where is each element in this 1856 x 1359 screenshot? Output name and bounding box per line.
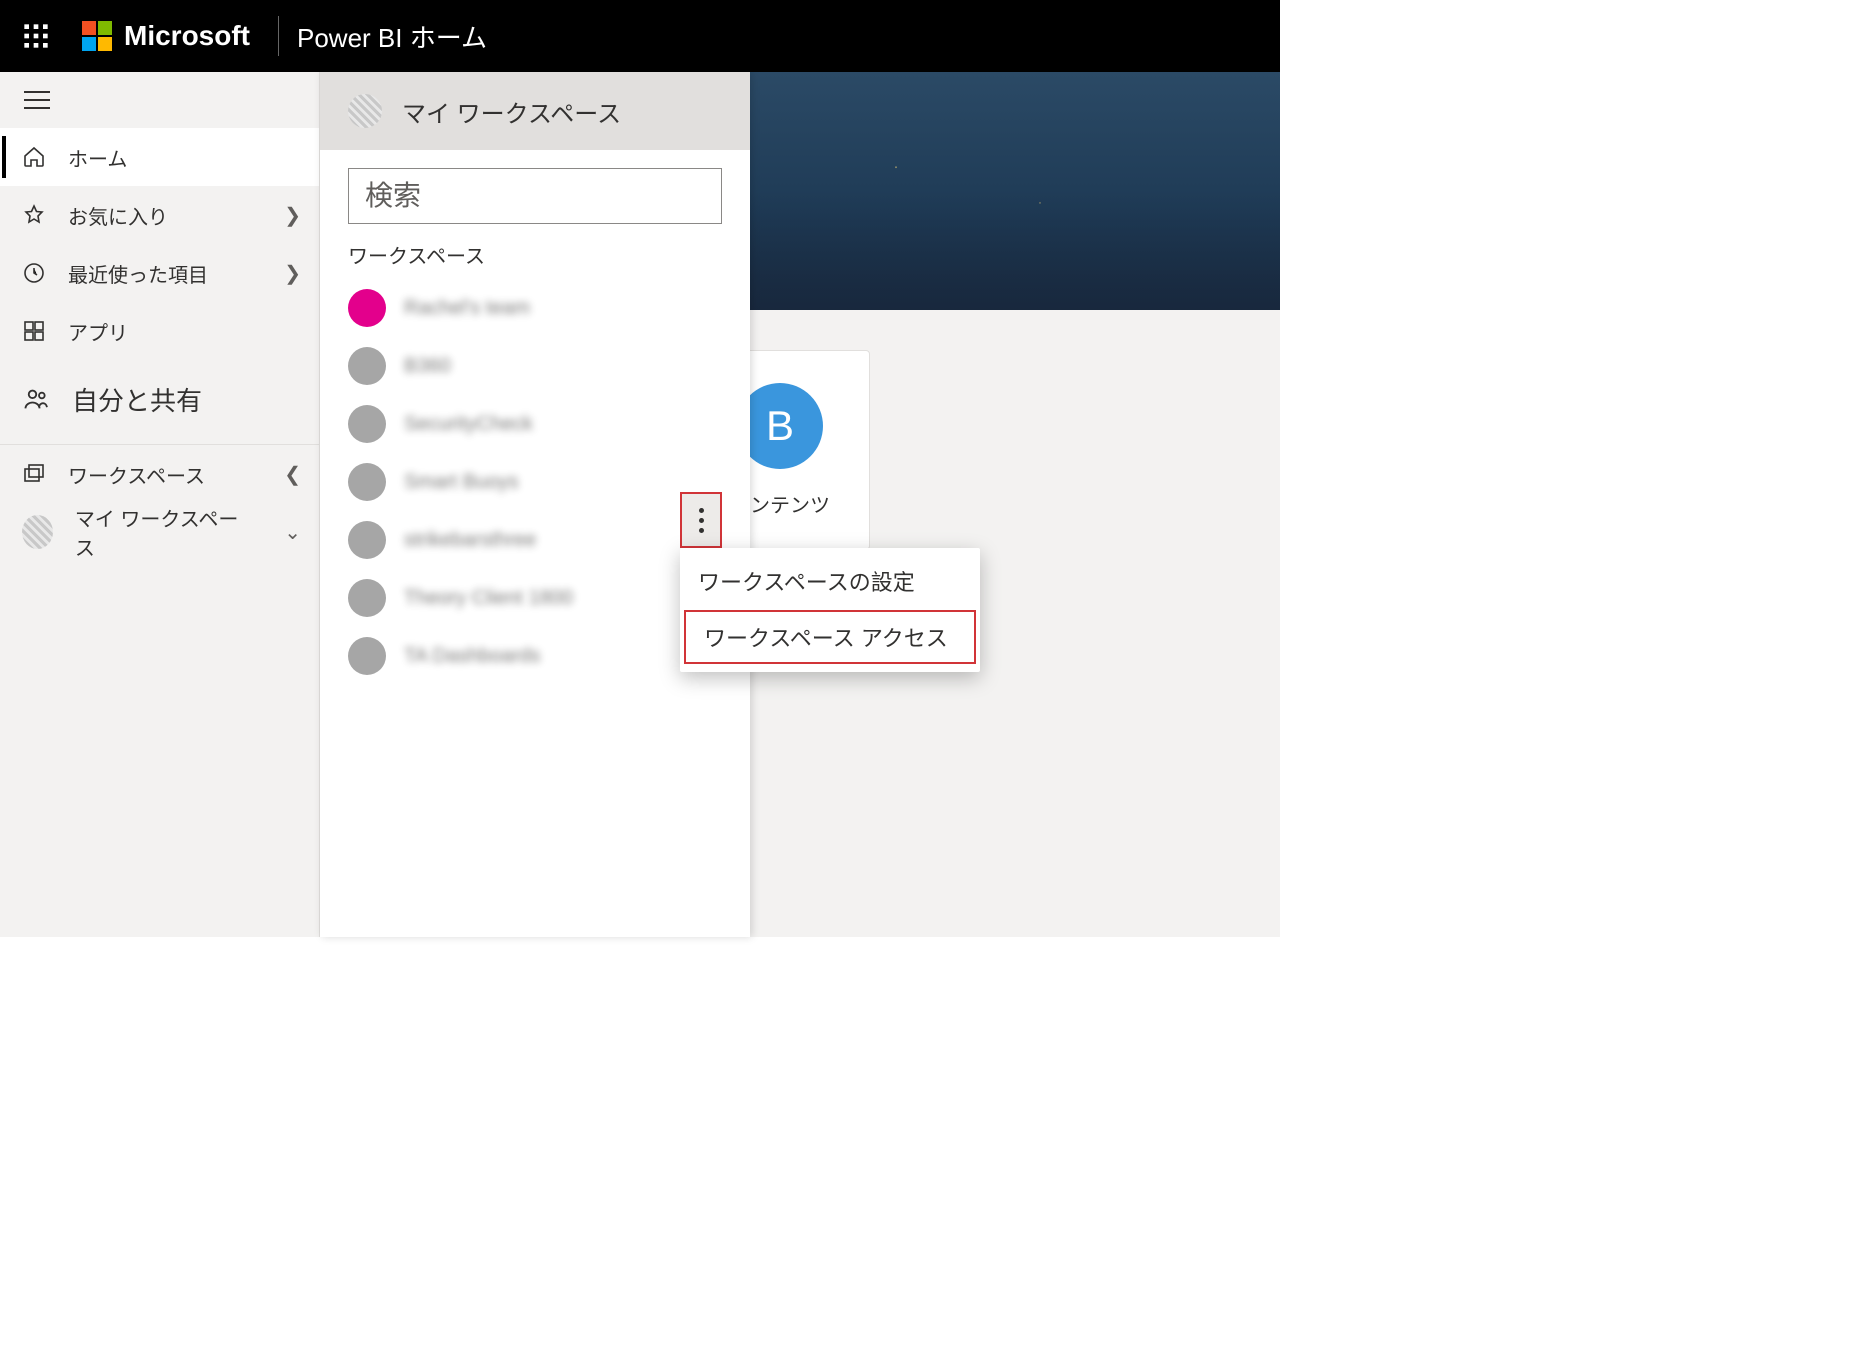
nav-recent-label: 最近使った項目 <box>68 259 208 288</box>
workspace-name: B360 <box>404 355 451 378</box>
workspace-name: Smart Buoys <box>404 471 518 494</box>
workspace-name: SecurityCheck <box>404 413 533 436</box>
workspace-icon <box>348 521 386 559</box>
workspace-icon <box>348 347 386 385</box>
nav-my-workspace[interactable]: マイ ワークスペース ⌄ <box>0 503 319 561</box>
workspace-item[interactable]: Rachel's team <box>348 279 742 337</box>
brand-text: Microsoft <box>124 20 250 52</box>
workspace-flyout-header[interactable]: マイ ワークスペース <box>320 72 750 150</box>
workspace-icon <box>348 289 386 327</box>
left-nav: ホーム お気に入り ❯ 最近使った項目 ❯ アプリ 自分と共有 ワークスペース <box>0 72 320 937</box>
star-icon <box>22 203 46 227</box>
waffle-icon <box>22 22 50 50</box>
workspace-more-button[interactable] <box>680 492 722 548</box>
workspaces-icon <box>22 462 46 486</box>
nav-shared-label: 自分と共有 <box>72 381 202 418</box>
nav-my-workspace-label: マイ ワークスペース <box>75 503 240 561</box>
nav-home-label: ホーム <box>68 143 127 172</box>
nav-workspaces-label: ワークスペース <box>68 460 205 489</box>
workspace-item[interactable]: SecurityCheck <box>348 395 742 453</box>
workspace-name: Theory Client 1800 <box>404 587 573 610</box>
brand: Microsoft <box>72 20 260 52</box>
nav-favorites[interactable]: お気に入り ❯ <box>0 186 319 244</box>
apps-icon <box>22 319 46 343</box>
workspace-search-input[interactable] <box>348 168 722 224</box>
topbar: Microsoft Power BI ホーム <box>0 0 1280 72</box>
people-icon <box>22 385 50 413</box>
chevron-left-icon: ❮ <box>284 462 301 487</box>
app-title: Power BI ホーム <box>297 18 487 55</box>
workspace-name: strikebarsthree <box>404 529 536 552</box>
workspace-name: TA Dashboards <box>404 645 540 668</box>
workspace-context-menu: ワークスペースの設定 ワークスペース アクセス <box>680 548 980 672</box>
workspace-icon <box>348 579 386 617</box>
nav-recent[interactable]: 最近使った項目 ❯ <box>0 244 319 302</box>
avatar-icon <box>348 94 382 128</box>
workspace-search <box>348 168 722 224</box>
workspace-icon <box>348 637 386 675</box>
nav-toggle-button[interactable] <box>0 72 319 128</box>
more-vertical-icon <box>699 508 704 533</box>
nav-apps-label: アプリ <box>68 317 128 346</box>
chevron-down-icon: ⌄ <box>284 520 301 545</box>
workspace-icon <box>348 463 386 501</box>
avatar-icon <box>22 515 53 549</box>
microsoft-logo-icon <box>82 21 112 51</box>
nav-workspaces[interactable]: ワークスペース ❮ <box>0 445 319 503</box>
nav-home[interactable]: ホーム <box>0 128 319 186</box>
nav-favorites-label: お気に入り <box>68 201 168 230</box>
workspace-section-label: ワークスペース <box>320 234 750 275</box>
workspace-item[interactable]: B360 <box>348 337 742 395</box>
workspace-name: Rachel's team <box>404 297 530 320</box>
home-icon <box>22 145 46 169</box>
nav-apps[interactable]: アプリ <box>0 302 319 360</box>
divider <box>278 16 279 56</box>
app-launcher-button[interactable] <box>0 0 72 72</box>
chevron-right-icon: ❯ <box>284 261 301 286</box>
nav-shared[interactable]: 自分と共有 <box>0 360 319 438</box>
menu-workspace-access[interactable]: ワークスペース アクセス <box>684 610 976 664</box>
chevron-right-icon: ❯ <box>284 203 301 228</box>
workspace-flyout-title: マイ ワークスペース <box>402 94 621 129</box>
menu-workspace-settings[interactable]: ワークスペースの設定 <box>680 554 980 608</box>
clock-icon <box>22 261 46 285</box>
workspace-icon <box>348 405 386 443</box>
hamburger-icon <box>24 90 50 110</box>
